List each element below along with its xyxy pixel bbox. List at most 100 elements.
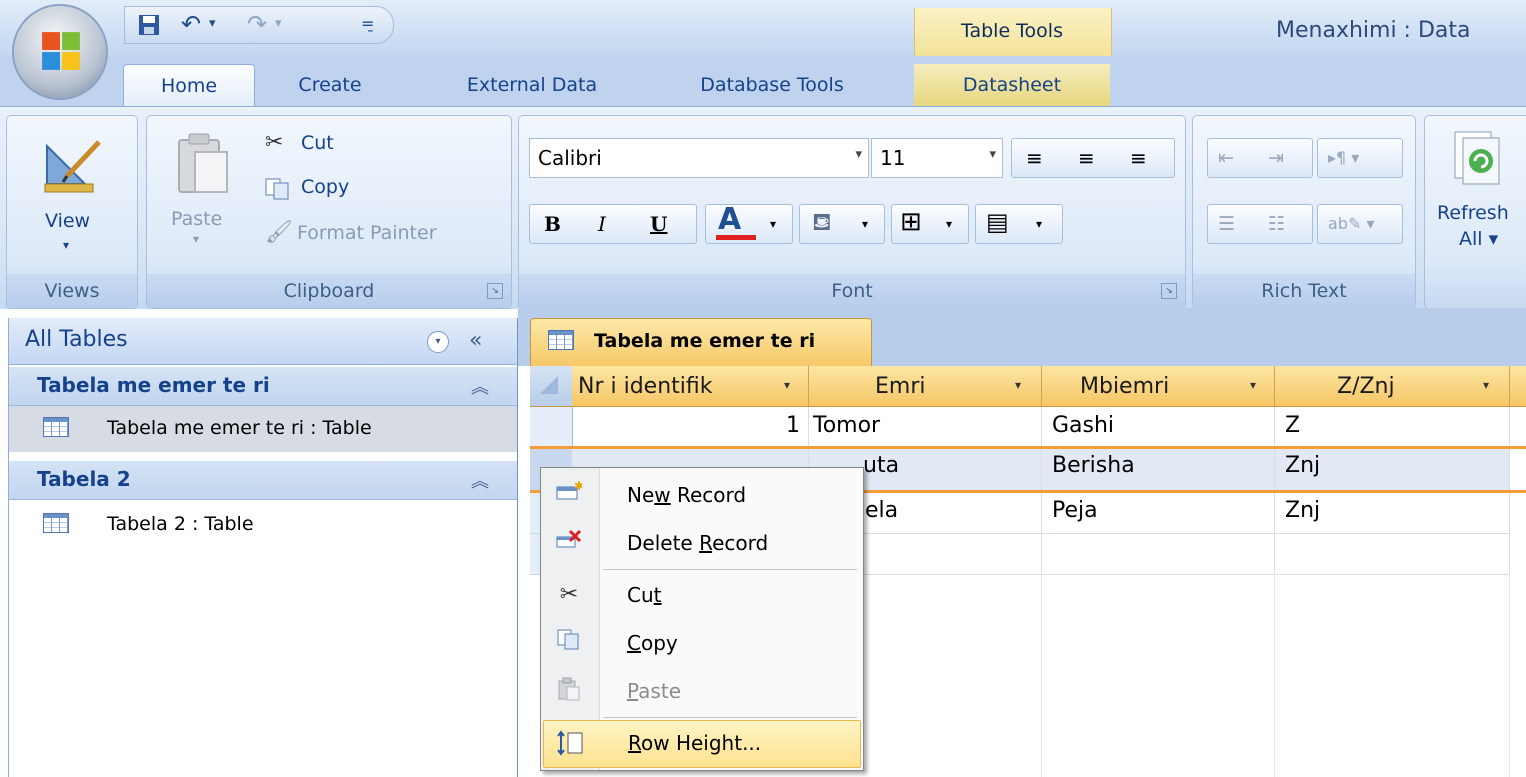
font-size-combo[interactable]: 11 ▾ — [871, 138, 1003, 178]
paste-label: Paste — [171, 208, 223, 230]
nav-collapse-icon[interactable]: « — [469, 328, 482, 353]
column-header-label: Emri — [875, 374, 926, 399]
grid-line — [1509, 574, 1510, 777]
format-painter-button[interactable]: 🖌 Format Painter — [265, 220, 505, 252]
italic-button[interactable]: I — [598, 205, 606, 243]
table-cell[interactable] — [1275, 534, 1510, 575]
table-cell[interactable]: Berisha — [1042, 447, 1275, 492]
tab-create[interactable]: Create — [275, 64, 385, 106]
fill-color-dropdown-icon[interactable]: ▾ — [862, 205, 868, 243]
fill-color-button[interactable]: ⛾ ▾ — [799, 204, 885, 244]
menu-item-row-height[interactable]: Row Height... — [543, 720, 861, 768]
font-name-combo[interactable]: Calibri ▾ — [529, 138, 869, 178]
nav-group-tabela-me-emer-te-ri[interactable]: Tabela me emer te ri ︽ — [9, 366, 517, 406]
font-size-dropdown-icon[interactable]: ▾ — [989, 147, 996, 162]
chevron-up-icon[interactable]: ︽ — [471, 373, 489, 399]
views-group: View ▾ Views — [6, 115, 138, 309]
tab-database-tools[interactable]: Database Tools — [664, 64, 880, 106]
table-cell[interactable]: 1 — [572, 407, 809, 447]
decrease-indent-icon[interactable]: ⇤ — [1218, 139, 1234, 177]
paragraph-direction-button[interactable]: ▸¶ ▾ — [1317, 138, 1403, 178]
undo-icon[interactable]: ↶ — [181, 9, 201, 39]
document-tab-label: Tabela me emer te ri — [594, 330, 816, 352]
cut-button[interactable]: ✂ Cut — [265, 130, 465, 162]
delete-record-icon — [555, 529, 583, 557]
redo-dropdown-icon[interactable]: ▾ — [275, 9, 282, 39]
font-launcher-icon[interactable]: ↘ — [1161, 283, 1177, 299]
align-right-icon[interactable]: ≡ — [1130, 139, 1147, 177]
clipboard-launcher-icon[interactable]: ↘ — [487, 283, 503, 299]
gridlines-button[interactable]: ⊞ ▾ — [891, 204, 969, 244]
paste-button[interactable]: Paste ▾ — [163, 128, 249, 268]
nav-item-tabela-me-emer-te-ri[interactable]: Tabela me emer te ri : Table — [9, 406, 517, 452]
office-button[interactable] — [14, 6, 106, 98]
column-dropdown-icon[interactable]: ▾ — [1015, 378, 1021, 392]
chevron-up-icon[interactable]: ︽ — [471, 467, 489, 493]
undo-dropdown-icon[interactable]: ▾ — [209, 9, 216, 39]
highlight-icon: ab✎ ▾ — [1328, 214, 1375, 233]
menu-item-label: Delete Record — [627, 531, 769, 555]
menu-item-copy[interactable]: Copy — [543, 620, 859, 666]
scissors-icon: ✂ — [559, 582, 579, 607]
copy-button[interactable]: Copy — [265, 174, 465, 206]
nav-group-tabela-2[interactable]: Tabela 2 ︽ — [9, 460, 517, 500]
bullet-list-icon[interactable]: ☷ — [1268, 205, 1285, 243]
grid-line — [1041, 574, 1042, 777]
font-color-button[interactable]: A ▾ — [705, 202, 793, 244]
table-cell[interactable]: Znj — [1275, 492, 1510, 534]
select-all-corner[interactable] — [530, 366, 573, 407]
paint-bucket-icon: ⛾ — [812, 208, 832, 236]
column-header-partial[interactable] — [1510, 366, 1526, 407]
column-dropdown-icon[interactable]: ▾ — [1250, 378, 1256, 392]
context-menu: ✱ New Record Delete Record ✂ Cut Copy Pa… — [540, 467, 864, 771]
tab-external-data[interactable]: External Data — [442, 64, 622, 106]
font-color-dropdown-icon[interactable]: ▾ — [770, 205, 776, 243]
view-button[interactable]: View ▾ — [33, 136, 117, 286]
menu-item-new-record[interactable]: ✱ New Record — [543, 472, 859, 518]
gridlines-dropdown-icon[interactable]: ▾ — [946, 205, 952, 243]
column-header-z-znj[interactable]: Z/Znj ▾ — [1275, 366, 1510, 407]
alternate-fill-button[interactable]: ▤ ▾ — [975, 204, 1063, 244]
table-cell[interactable] — [1042, 534, 1275, 575]
quick-access-toolbar: ↶ ▾ ↷ ▾ =̱ — [124, 6, 394, 44]
font-color-icon: A — [718, 202, 742, 237]
underline-button[interactable]: U — [650, 205, 667, 243]
menu-item-paste[interactable]: Paste — [543, 668, 859, 714]
row-selector[interactable] — [530, 407, 573, 447]
cell-value: Tomor — [813, 413, 881, 438]
table-cell[interactable]: Znj — [1275, 447, 1510, 492]
font-group-label: Font — [519, 274, 1185, 308]
menu-item-cut[interactable]: ✂ Cut — [543, 572, 859, 618]
records-group: Refresh All ▾ — [1424, 115, 1526, 309]
select-all-icon — [540, 376, 558, 394]
tab-datasheet[interactable]: Datasheet — [914, 64, 1110, 106]
ribbon: View ▾ Views Paste ▾ ✂ Cut Copy 🖌 Format… — [0, 106, 1526, 309]
table-cell[interactable]: Z — [1275, 407, 1510, 447]
column-header-nr[interactable]: Nr i identifik ▾ — [572, 366, 809, 407]
column-dropdown-icon[interactable]: ▾ — [1483, 378, 1489, 392]
save-icon[interactable] — [137, 9, 161, 44]
increase-indent-icon[interactable]: ⇥ — [1268, 139, 1284, 177]
redo-icon[interactable]: ↷ — [247, 9, 267, 39]
column-dropdown-icon[interactable]: ▾ — [784, 378, 790, 392]
alternate-fill-dropdown-icon[interactable]: ▾ — [1036, 205, 1042, 243]
column-header-emri[interactable]: Emri ▾ — [809, 366, 1042, 407]
numbered-list-icon[interactable]: ☰ — [1218, 205, 1235, 243]
cell-value: uta — [863, 453, 900, 478]
align-center-icon[interactable]: ≡ — [1078, 139, 1095, 177]
nav-item-tabela-2[interactable]: Tabela 2 : Table — [9, 502, 517, 548]
tab-home[interactable]: Home — [123, 64, 255, 107]
bold-button[interactable]: B — [544, 205, 561, 243]
font-name-dropdown-icon[interactable]: ▾ — [855, 147, 862, 162]
table-cell[interactable]: Peja — [1042, 492, 1275, 534]
nav-menu-dropdown-icon[interactable]: ▾ — [427, 331, 449, 353]
refresh-all-button[interactable]: Refresh All ▾ — [1431, 128, 1526, 278]
customize-qat-icon[interactable]: =̱ — [361, 9, 374, 39]
column-header-mbiemri[interactable]: Mbiemri ▾ — [1042, 366, 1275, 407]
rich-text-group: ⇤ ⇥ ▸¶ ▾ ☰ ☷ ab✎ ▾ Rich Text — [1192, 115, 1416, 309]
table-cell[interactable]: Gashi — [1042, 407, 1275, 447]
highlight-button[interactable]: ab✎ ▾ — [1317, 204, 1403, 244]
align-left-icon[interactable]: ≡ — [1026, 139, 1043, 177]
table-cell[interactable]: Tomor — [809, 407, 1042, 447]
menu-item-delete-record[interactable]: Delete Record — [543, 520, 859, 566]
